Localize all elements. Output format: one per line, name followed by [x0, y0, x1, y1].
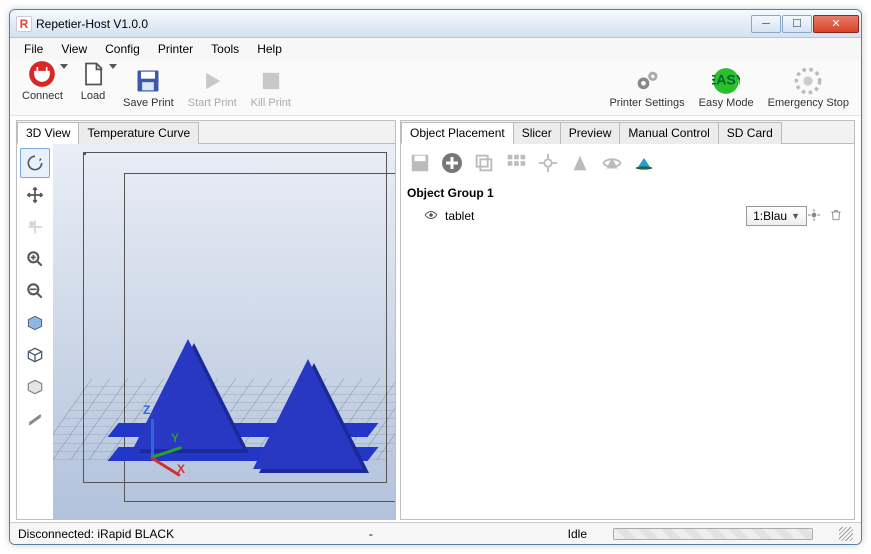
- window-title: Repetier-Host V1.0.0: [36, 17, 751, 31]
- view-object-button[interactable]: [631, 150, 657, 176]
- object-row[interactable]: tablet 1:Blau ▼: [407, 202, 848, 230]
- zoom-fit-button[interactable]: [20, 276, 50, 306]
- left-panel: 3D View Temperature Curve: [16, 120, 396, 520]
- menu-bar: File View Config Printer Tools Help: [10, 38, 861, 60]
- 3d-viewport[interactable]: Z Y X: [53, 144, 395, 519]
- plug-icon: [28, 60, 56, 88]
- copy-object-button[interactable]: [471, 150, 497, 176]
- object-group-title: Object Group 1: [407, 186, 848, 200]
- easy-icon: EASY: [712, 67, 740, 95]
- app-icon: R: [16, 16, 32, 32]
- play-icon: [198, 67, 226, 95]
- trash-icon[interactable]: [828, 208, 844, 225]
- document-icon: [79, 60, 107, 88]
- center-object-button[interactable]: [535, 150, 561, 176]
- tab-manual-control[interactable]: Manual Control: [619, 122, 718, 144]
- rotate-object-button[interactable]: [599, 150, 625, 176]
- right-panel: Object Placement Slicer Preview Manual C…: [400, 120, 855, 520]
- menu-view[interactable]: View: [53, 40, 95, 58]
- close-button[interactable]: ✕: [813, 15, 859, 33]
- object-toolbar: [407, 148, 848, 182]
- minimize-button[interactable]: ─: [751, 15, 781, 33]
- arrange-grid-button[interactable]: [503, 150, 529, 176]
- dropdown-icon: [60, 64, 68, 69]
- gear-icon[interactable]: [806, 208, 822, 225]
- perspective-1-button[interactable]: [20, 308, 50, 338]
- printer-state: Idle: [568, 527, 587, 541]
- connection-status: Disconnected: iRapid BLACK: [18, 527, 174, 541]
- connect-button[interactable]: Connect: [18, 58, 67, 111]
- easy-mode-button[interactable]: EASY Easy Mode: [695, 65, 758, 111]
- scale-object-button[interactable]: [567, 150, 593, 176]
- tab-sd-card[interactable]: SD Card: [718, 122, 782, 144]
- perspective-3-button[interactable]: [20, 372, 50, 402]
- eye-icon[interactable]: [423, 208, 439, 225]
- app-window: R Repetier-Host V1.0.0 ─ ☐ ✕ File View C…: [9, 9, 862, 545]
- load-button[interactable]: Load: [73, 58, 113, 111]
- stop-icon: [257, 67, 285, 95]
- menu-printer[interactable]: Printer: [150, 40, 201, 58]
- move-object-button[interactable]: [20, 212, 50, 242]
- tab-slicer[interactable]: Slicer: [513, 122, 561, 144]
- save-icon: [134, 67, 162, 95]
- progress-bar: [613, 528, 813, 540]
- gears-icon: [633, 67, 661, 95]
- kill-print-button[interactable]: Kill Print: [247, 65, 295, 111]
- object-name: tablet: [445, 209, 740, 223]
- dropdown-icon: [109, 64, 117, 69]
- menu-tools[interactable]: Tools: [203, 40, 247, 58]
- menu-config[interactable]: Config: [97, 40, 148, 58]
- menu-file[interactable]: File: [16, 40, 51, 58]
- tab-object-placement[interactable]: Object Placement: [401, 122, 514, 144]
- perspective-2-button[interactable]: [20, 340, 50, 370]
- rotate-view-button[interactable]: [20, 148, 50, 178]
- menu-help[interactable]: Help: [249, 40, 290, 58]
- axis-gizmo: Z Y X: [123, 409, 193, 479]
- extruder-select[interactable]: 1:Blau: [746, 206, 807, 226]
- save-print-button[interactable]: Save Print: [119, 65, 178, 111]
- maximize-button[interactable]: ☐: [782, 15, 812, 33]
- add-object-button[interactable]: [439, 150, 465, 176]
- status-bar: Disconnected: iRapid BLACK - Idle: [10, 522, 861, 544]
- emergency-stop-button[interactable]: Emergency Stop: [764, 65, 853, 111]
- titlebar[interactable]: R Repetier-Host V1.0.0 ─ ☐ ✕: [10, 10, 861, 38]
- printer-settings-button[interactable]: Printer Settings: [605, 65, 688, 111]
- start-print-button[interactable]: Start Print: [184, 65, 241, 111]
- right-tabs: Object Placement Slicer Preview Manual C…: [401, 121, 854, 144]
- zoom-button[interactable]: [20, 244, 50, 274]
- resize-grip[interactable]: [839, 527, 853, 541]
- move-view-button[interactable]: [20, 180, 50, 210]
- emergency-icon: [794, 67, 822, 95]
- tab-preview[interactable]: Preview: [560, 122, 621, 144]
- left-tabs: 3D View Temperature Curve: [17, 121, 395, 144]
- parallel-view-button[interactable]: [20, 404, 50, 434]
- main-toolbar: Connect Load Save Print Start Print Kill…: [10, 60, 861, 116]
- status-center: -: [369, 527, 373, 541]
- view-toolbar: [17, 144, 53, 519]
- tab-temperature-curve[interactable]: Temperature Curve: [78, 122, 199, 144]
- svg-text:EASY: EASY: [712, 72, 740, 88]
- save-object-button[interactable]: [407, 150, 433, 176]
- tab-3d-view[interactable]: 3D View: [17, 122, 79, 144]
